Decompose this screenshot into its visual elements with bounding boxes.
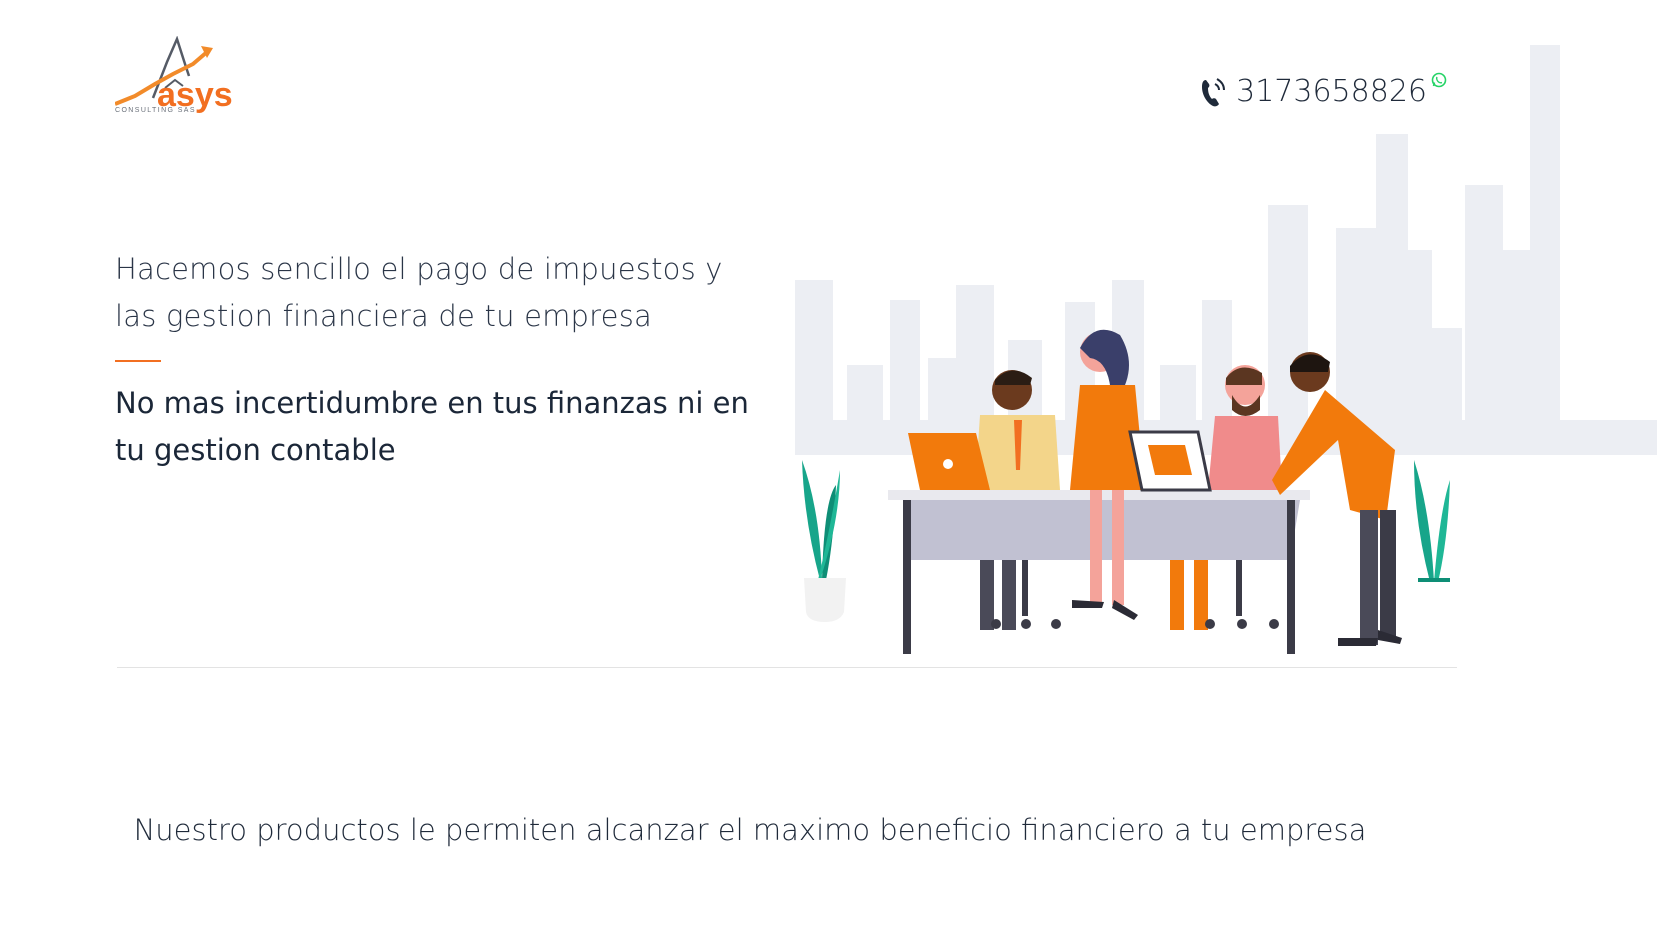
section-divider [117,667,1457,668]
asys-logo-graphic: asys CONSULTING SAS [115,36,233,114]
skyline-background [795,45,1657,455]
accent-divider [115,360,161,362]
hero-subtitle: Hacemos sencillo el pago de impuestos y … [115,252,723,333]
team-meeting-illustration [795,45,1657,654]
products-heading-text: Nuestro productos le permiten alcanzar e… [133,813,1367,847]
hero-title: No mas incertidumbre en tus finanzas ni … [115,386,749,467]
tablet-screen [1128,430,1212,492]
logo-tagline: CONSULTING SAS [115,107,196,114]
laptop-orange [908,433,990,490]
hero-text-block: Hacemos sencillo el pago de impuestos y … [115,246,765,474]
landing-page: asys CONSULTING SAS 3173658826 Hacemos s… [0,0,1657,937]
brand-logo[interactable]: asys CONSULTING SAS [115,36,255,118]
products-heading: Nuestro productos le permiten alcanzar e… [0,812,1500,849]
plant-right [1414,460,1450,582]
plant-left [802,460,846,622]
